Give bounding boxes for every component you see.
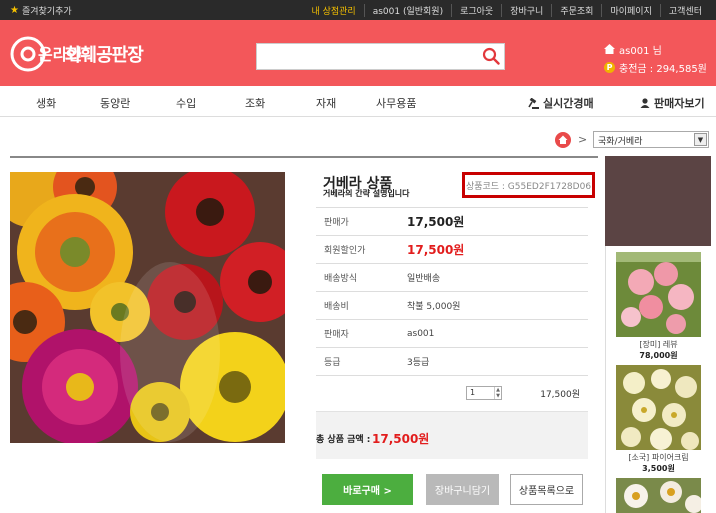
member-price: 17,500원: [407, 243, 465, 257]
top-link-cart[interactable]: 장바구니: [501, 3, 551, 17]
shipping-method: 일반배송: [407, 274, 441, 284]
seller-name: as001: [407, 328, 435, 339]
top-utility-bar: ★ 즐겨찾기추가 내 상점관리 as001 (일반회원) 로그아웃 장바구니 주…: [0, 0, 716, 20]
user-info: as001 님 P 충전금 : 294,585원: [604, 42, 707, 75]
info-label: 회원할인가: [324, 246, 366, 256]
total-label: 총 상품 금액 :: [316, 435, 371, 445]
add-favorites-link[interactable]: ★ 즐겨찾기추가: [10, 4, 72, 17]
gavel-icon: [528, 97, 539, 109]
recent-items-panel: [장미] 레뷰 78,000원 [소국] 파이어크림 3,500원: [605, 246, 711, 513]
daisy-photo: [616, 478, 701, 513]
side-product-thumb: [616, 478, 701, 513]
nav-item-office-supplies[interactable]: 사무용품: [376, 95, 416, 111]
top-link-logout[interactable]: 로그아웃: [451, 3, 501, 17]
product-list-button[interactable]: 상품목록으로: [510, 474, 583, 505]
favorites-label: 즐겨찾기추가: [21, 7, 72, 17]
info-label: 판매자: [324, 330, 349, 340]
nav-item-imports[interactable]: 수입: [176, 95, 196, 111]
top-link-support[interactable]: 고객센터: [659, 3, 710, 17]
site-header: 온라인 화훼공판장 as001 님 P 충전금 : 294,585원: [0, 20, 716, 86]
info-row-seller: 판매자 as001: [316, 320, 588, 348]
nav-seller-view[interactable]: 판매자보기: [640, 95, 705, 111]
quantity-value: 1: [470, 388, 476, 397]
quantity-stepper[interactable]: 1 ▲ ▼: [466, 386, 502, 400]
search-box: [256, 43, 505, 70]
info-row-grade: 등급 3등급: [316, 348, 588, 376]
info-row-shipping-method: 배송방식 일반배송: [316, 264, 588, 292]
side-banner: [605, 156, 711, 246]
nav-item-materials[interactable]: 자재: [316, 95, 336, 111]
side-product-thumb: [616, 252, 701, 337]
nav-live-auction-label: 실시간경매: [543, 97, 594, 110]
nav-item-fresh-flowers[interactable]: 생화: [36, 95, 56, 111]
user-row[interactable]: as001 님: [604, 42, 707, 57]
top-link-my-store[interactable]: 내 상점관리: [303, 4, 363, 17]
top-link-orders[interactable]: 주문조회: [551, 3, 601, 17]
chevron-down-icon: ▼: [694, 133, 707, 146]
points-row: P 충전금 : 294,585원: [604, 60, 707, 75]
coin-icon: P: [604, 61, 615, 73]
info-label: 배송방식: [324, 274, 358, 284]
rose-photo: [616, 252, 701, 337]
sale-price: 17,500원: [407, 215, 465, 229]
main-nav: 생화 동양란 수입 조화 자재 사무용품 실시간경매 판매자보기: [0, 86, 716, 117]
side-product-card[interactable]: [616, 478, 701, 513]
home-user-icon: [604, 44, 615, 54]
site-logo[interactable]: 온라인 화훼공판장: [10, 34, 144, 74]
side-product-name: [소국] 파이어크림: [628, 453, 689, 462]
product-image: [10, 172, 285, 443]
buy-now-button[interactable]: 바로구매 >: [322, 474, 413, 505]
search-input[interactable]: [257, 44, 472, 69]
side-product-card[interactable]: [장미] 레뷰 78,000원: [616, 252, 701, 361]
top-links: 내 상점관리 as001 (일반회원) 로그아웃 장바구니 주문조회 마이페이지…: [303, 0, 710, 20]
line-price: 17,500원: [540, 390, 580, 400]
chrysanthemum-photo: [616, 365, 701, 450]
breadcrumb-home-button[interactable]: [555, 132, 571, 148]
shipping-fee: 착불 5,000원: [407, 302, 461, 312]
info-row-member-price: 회원할인가 17,500원: [316, 236, 588, 264]
category-select-value: 국화/거베라: [598, 137, 643, 147]
breadcrumb-separator: >: [578, 133, 588, 146]
nav-item-artificial[interactable]: 조화: [245, 95, 265, 111]
quantity-row: 1 ▲ ▼ 17,500원: [316, 375, 588, 407]
info-row-price: 판매가 17,500원: [316, 208, 588, 236]
product-description: 거베라의 간략 설명입니다: [323, 189, 410, 198]
home-icon: [558, 135, 568, 144]
user-name: as001 님: [619, 45, 662, 57]
add-to-cart-button[interactable]: 장바구니담기: [426, 474, 499, 505]
side-product-price: 78,000원: [639, 351, 678, 360]
stepper-arrows-icon[interactable]: ▲ ▼: [494, 387, 501, 399]
star-icon: ★: [10, 4, 19, 16]
points-balance: 충전금 : 294,585원: [619, 63, 707, 75]
nav-seller-view-label: 판매자보기: [654, 97, 705, 110]
person-icon: [640, 98, 650, 108]
search-icon[interactable]: [482, 47, 500, 65]
nav-live-auction[interactable]: 실시간경매: [528, 95, 594, 111]
nav-item-orchids[interactable]: 동양란: [100, 95, 130, 111]
side-product-name: [장미] 레뷰: [639, 340, 678, 349]
total-bar: 총 상품 금액 : 17,500원: [316, 411, 588, 459]
top-link-account[interactable]: as001 (일반회원): [363, 3, 451, 17]
info-label: 배송비: [324, 302, 349, 312]
side-product-price: 3,500원: [642, 464, 675, 473]
logo-text: 화훼공판장: [65, 45, 144, 66]
info-row-shipping-fee: 배송비 착불 5,000원: [316, 292, 588, 320]
side-product-card[interactable]: [소국] 파이어크림 3,500원: [616, 365, 701, 474]
info-label: 판매가: [324, 218, 349, 228]
product-code: 상품코드 : G55ED2F1728D06: [462, 172, 595, 198]
total-amount: 17,500원: [372, 432, 430, 446]
category-select[interactable]: 국화/거베라 ▼: [593, 131, 709, 148]
info-label: 등급: [324, 358, 341, 368]
gerbera-photo: [10, 172, 285, 443]
side-product-thumb: [616, 365, 701, 450]
content-divider: [10, 156, 598, 158]
top-link-mypage[interactable]: 마이페이지: [601, 3, 659, 17]
product-grade: 3등급: [407, 358, 430, 368]
